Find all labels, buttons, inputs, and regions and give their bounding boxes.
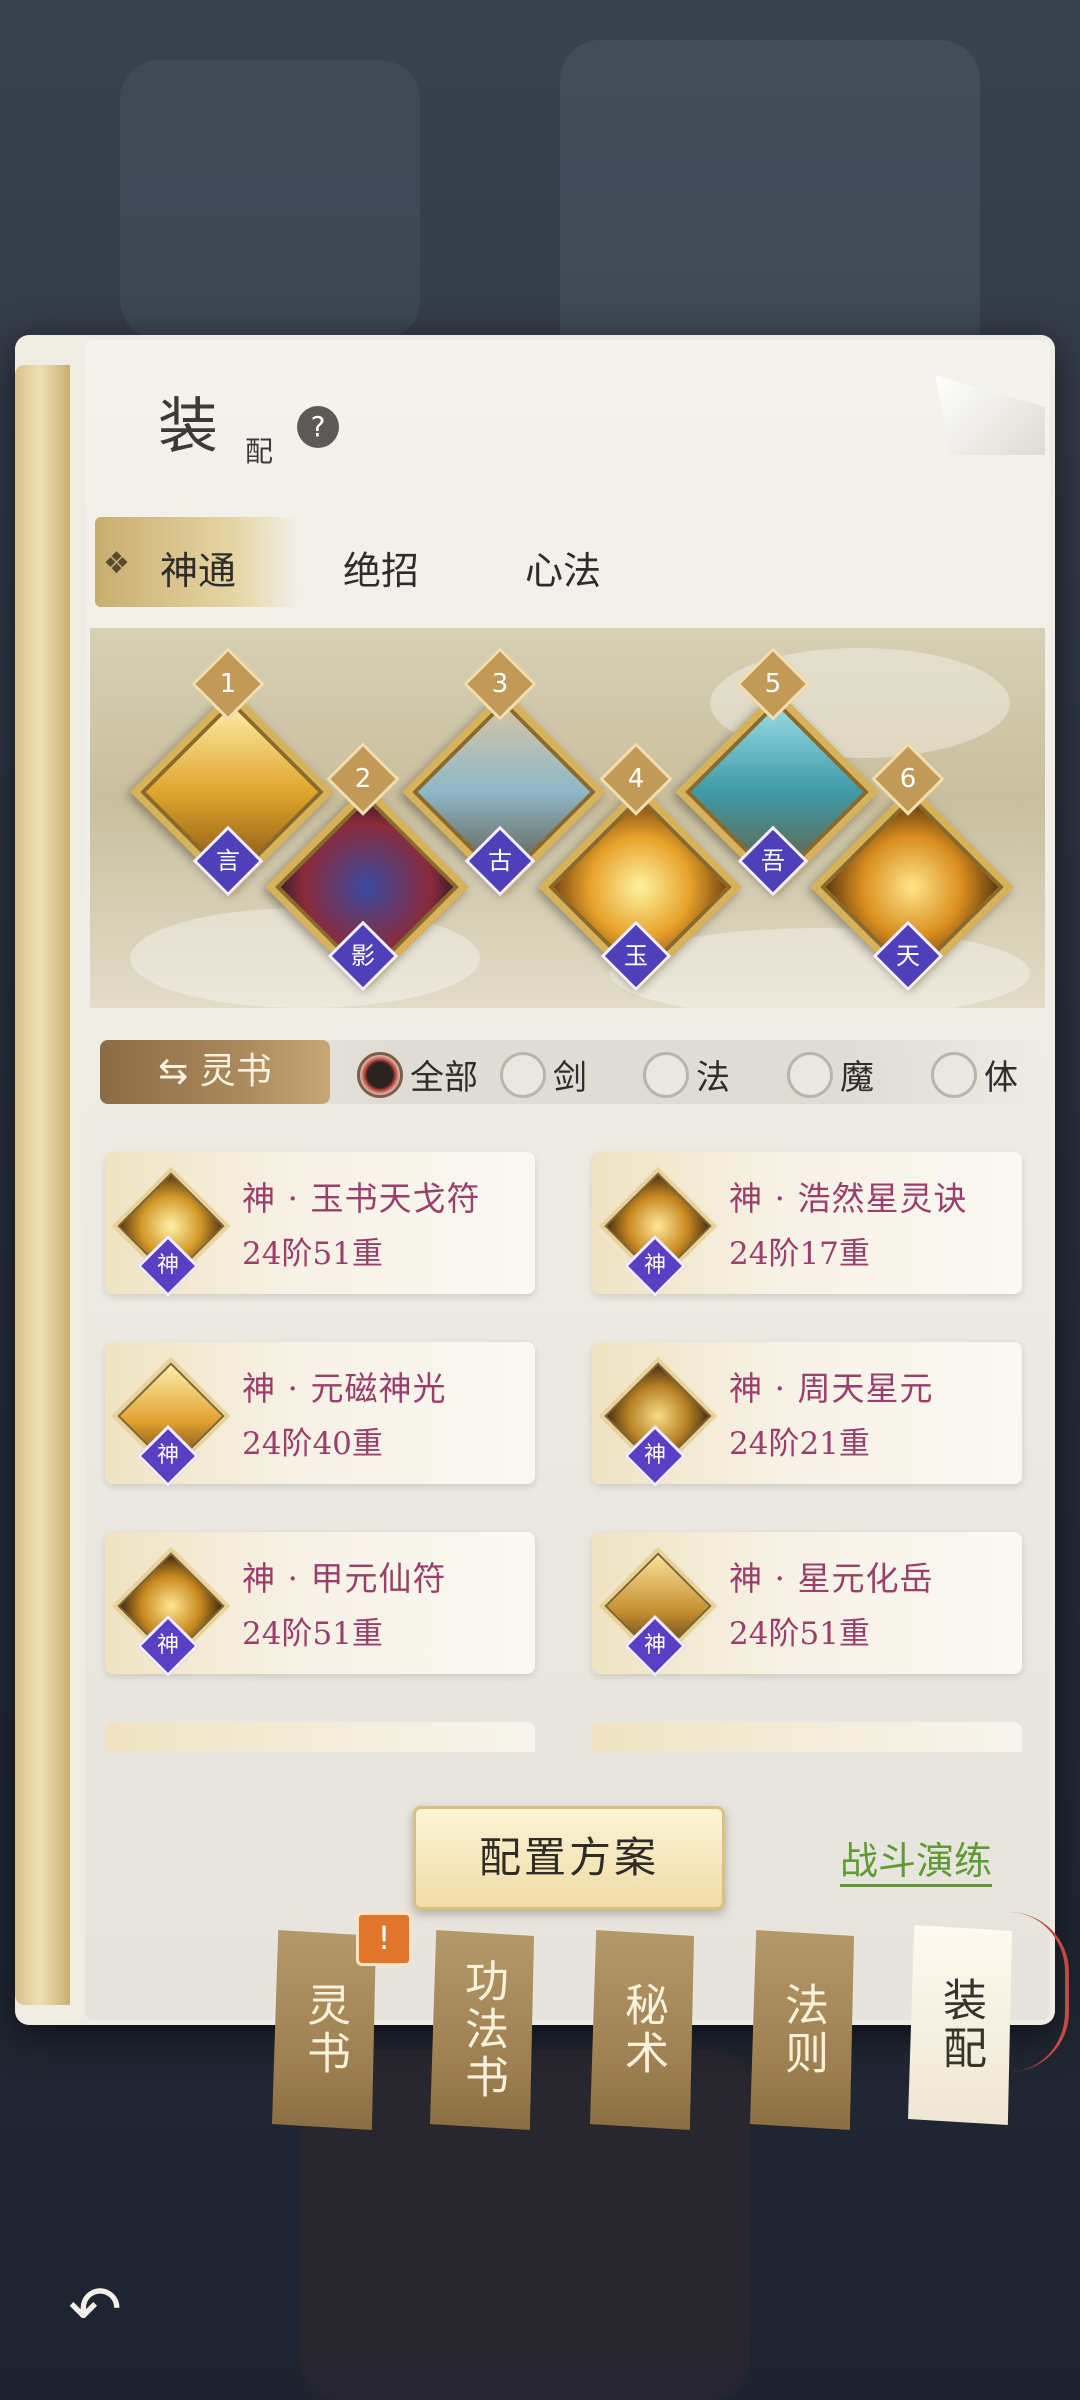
page-title-suffix: 配: [245, 435, 274, 468]
filter-radio-body[interactable]: [931, 1052, 977, 1098]
lingshu-filter-tag[interactable]: ⇆ 灵书: [100, 1040, 330, 1104]
card-level: 24阶21重: [729, 1426, 870, 1462]
side-tab-mishu[interactable]: 秘术: [590, 1930, 694, 2130]
background-figure: [120, 60, 420, 340]
filter-radio-all[interactable]: [357, 1052, 403, 1098]
card-icon: 神: [111, 1356, 231, 1488]
lingshu-tag-label: 灵书: [199, 1051, 272, 1092]
alert-badge: !: [356, 1912, 412, 1966]
filter-label-spell[interactable]: 法: [696, 1050, 730, 1099]
side-tab-faze[interactable]: 法则: [750, 1930, 854, 2130]
tab-xinfa[interactable]: 心法: [525, 540, 601, 595]
diamond-icon: ❖: [103, 546, 130, 581]
card-level: 24阶17重: [729, 1236, 870, 1272]
card-name: 神 · 星元化岳: [729, 1559, 934, 1598]
filter-label-all[interactable]: 全部: [410, 1050, 478, 1099]
battle-practice-link[interactable]: 战斗演练: [840, 1830, 992, 1885]
config-plan-button[interactable]: 配置方案: [413, 1806, 725, 1910]
card-icon: 神: [598, 1546, 718, 1678]
card-icon: 神: [111, 1166, 231, 1298]
skill-slot-6[interactable]: 6 天: [810, 742, 1014, 992]
filter-label-demon[interactable]: 魔: [840, 1050, 874, 1099]
swap-icon: ⇆: [158, 1051, 200, 1092]
card-icon: 神: [111, 1546, 231, 1678]
tab-shentong[interactable]: 神通: [160, 540, 236, 595]
page-title: 装: [158, 392, 218, 462]
lingshu-card[interactable]: 神 神 · 星元化岳 24阶51重: [592, 1532, 1022, 1678]
filter-radio-spell[interactable]: [643, 1052, 689, 1098]
lingshu-card[interactable]: 神 神 · 甲元仙符 24阶51重: [105, 1532, 535, 1678]
card-icon: 神: [598, 1166, 718, 1298]
lingshu-card[interactable]: 神 神 · 周天星元 24阶21重: [592, 1342, 1022, 1488]
background-figure: [560, 40, 980, 380]
lingshu-card-partial[interactable]: [592, 1722, 1022, 1752]
lingshu-card-partial[interactable]: [105, 1722, 535, 1752]
card-name: 神 · 元磁神光: [242, 1369, 447, 1408]
lingshu-card[interactable]: 神 神 · 玉书天戈符 24阶51重: [105, 1152, 535, 1298]
side-tab-zhuangpei[interactable]: 装配: [908, 1925, 1012, 2125]
filter-label-sword[interactable]: 剑: [553, 1050, 587, 1099]
book-spine: [15, 365, 70, 2005]
filter-label-body[interactable]: 体: [984, 1050, 1018, 1099]
lingshu-card[interactable]: 神 神 · 元磁神光 24阶40重: [105, 1342, 535, 1488]
card-level: 24阶51重: [242, 1616, 383, 1652]
card-name: 神 · 周天星元: [729, 1369, 934, 1408]
card-name: 神 · 浩然星灵诀: [729, 1179, 968, 1218]
card-level: 24阶51重: [729, 1616, 870, 1652]
card-name: 神 · 玉书天戈符: [242, 1179, 481, 1218]
card-name: 神 · 甲元仙符: [242, 1559, 447, 1598]
card-level: 24阶40重: [242, 1426, 383, 1462]
back-arrow-icon[interactable]: ↶: [55, 2270, 135, 2350]
lingshu-card[interactable]: 神 神 · 浩然星灵诀 24阶17重: [592, 1152, 1022, 1298]
help-icon[interactable]: ?: [297, 406, 339, 448]
tab-juezhao[interactable]: 绝招: [343, 540, 419, 595]
filter-radio-sword[interactable]: [500, 1052, 546, 1098]
side-tab-gongfa[interactable]: 功法书: [430, 1930, 534, 2130]
card-icon: 神: [598, 1356, 718, 1488]
filter-radio-demon[interactable]: [787, 1052, 833, 1098]
card-level: 24阶51重: [242, 1236, 383, 1272]
